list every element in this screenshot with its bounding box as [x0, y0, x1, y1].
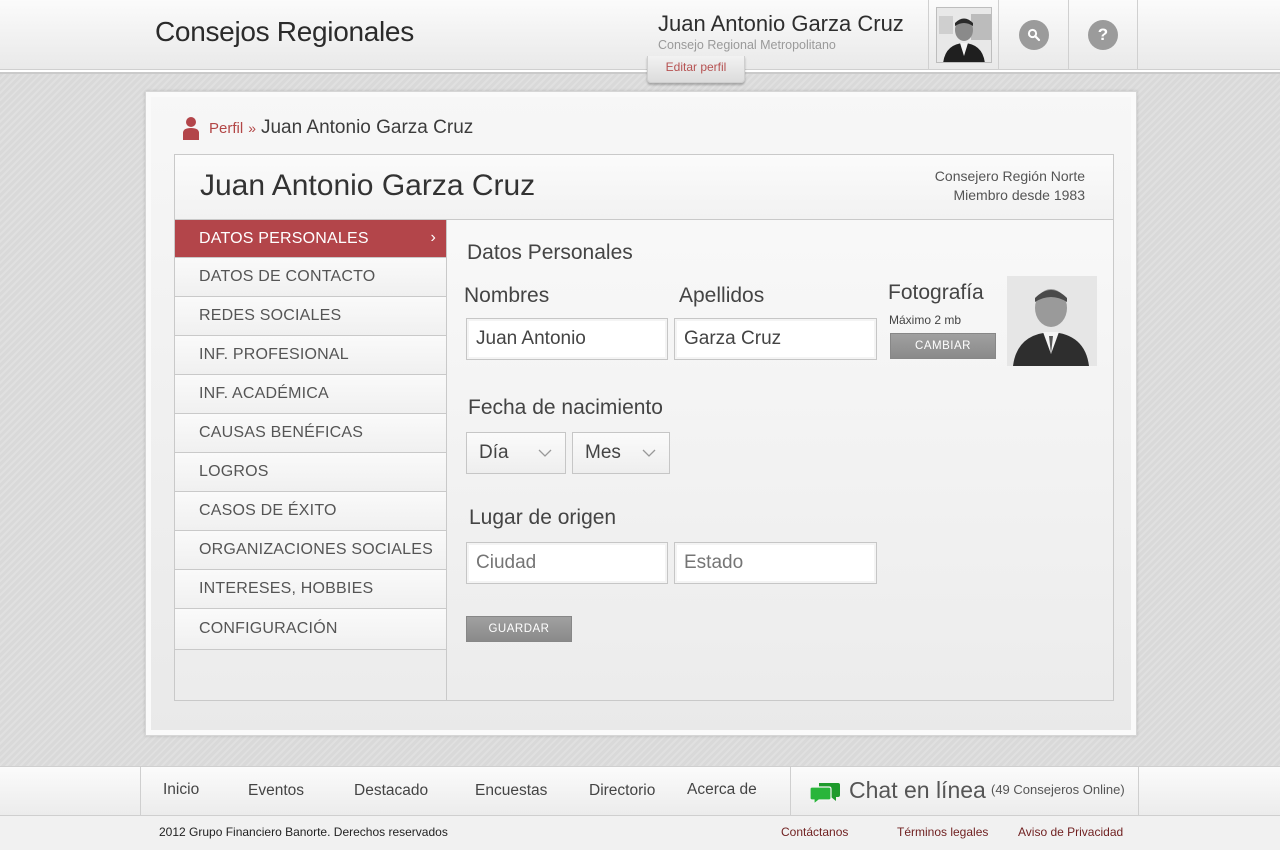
profile-photo[interactable]: [1007, 276, 1097, 366]
personal-data-form: Datos Personales Nombres Apellidos Fotog…: [447, 220, 1113, 700]
menu-item-configuracion[interactable]: CONFIGURACIÓN: [175, 609, 446, 650]
avatar[interactable]: [935, 7, 992, 63]
profile-meta: Consejero Región Norte Miembro desde 198…: [935, 167, 1085, 205]
apellidos-label: Apellidos: [679, 284, 765, 307]
chat-online-count: (49 Consejeros Online): [991, 782, 1125, 797]
nav-link-destacado[interactable]: Destacado: [354, 782, 428, 800]
app-title[interactable]: Consejos Regionales: [155, 16, 414, 48]
user-icon: [183, 117, 199, 140]
nav-link-inicio[interactable]: Inicio: [163, 781, 199, 799]
menu-item-label: LOGROS: [199, 463, 269, 480]
change-photo-button[interactable]: CAMBIAR: [890, 333, 996, 359]
save-button[interactable]: GUARDAR: [466, 616, 572, 642]
profile-header: Juan Antonio Garza Cruz Consejero Región…: [175, 155, 1113, 220]
menu-item-datos-de-contacto[interactable]: DATOS DE CONTACTO: [175, 258, 446, 297]
menu-item-causas-beneficas[interactable]: CAUSAS BENÉFICAS: [175, 414, 446, 453]
nombres-label: Nombres: [464, 284, 550, 307]
breadcrumb: Perfil » Juan Antonio Garza Cruz: [182, 114, 473, 142]
menu-item-inf-profesional[interactable]: INF. PROFESIONAL: [175, 336, 446, 375]
menu-item-label: CASOS DE ÉXITO: [199, 502, 337, 519]
nav-link-acerca-de[interactable]: Acerca de: [687, 781, 757, 799]
origin-label: Lugar de origen: [469, 506, 617, 529]
menu-item-label: CAUSAS BENÉFICAS: [199, 424, 364, 441]
section-title: Datos Personales: [467, 241, 633, 264]
footer: 2012 Grupo Financiero Banorte. Derechos …: [0, 816, 1280, 850]
header-search-cell[interactable]: [998, 0, 1068, 70]
nav-link-eventos[interactable]: Eventos: [248, 782, 304, 800]
avatar-photo-icon: [936, 8, 991, 62]
profile-side-menu: DATOS PERSONALES › DATOS DE CONTACTO RED…: [175, 220, 447, 700]
menu-item-intereses-hobbies[interactable]: INTERESES, HOBBIES: [175, 570, 446, 609]
breadcrumb-separator: »: [248, 120, 256, 136]
menu-item-organizaciones-sociales[interactable]: ORGANIZACIONES SOCIALES: [175, 531, 446, 570]
month-select[interactable]: Mes: [572, 432, 670, 474]
city-input[interactable]: [466, 542, 668, 584]
search-button[interactable]: [1018, 20, 1049, 50]
menu-item-casos-de-exito[interactable]: CASOS DE ÉXITO: [175, 492, 446, 531]
birthdate-label: Fecha de nacimiento: [468, 396, 663, 419]
nombres-input[interactable]: [466, 318, 668, 360]
contact-link[interactable]: Contáctanos: [781, 825, 848, 839]
help-icon: ?: [1097, 25, 1109, 44]
breadcrumb-profile-link[interactable]: Perfil: [209, 120, 243, 137]
chevron-down-icon: [538, 449, 552, 457]
menu-item-label: ORGANIZACIONES SOCIALES: [199, 541, 433, 558]
top-header: Consejos Regionales Juan Antonio Garza C…: [0, 0, 1280, 70]
header-user-council: Consejo Regional Metropolitano: [658, 38, 836, 52]
photo-size-hint: Máximo 2 mb: [889, 313, 962, 327]
state-input[interactable]: [674, 542, 877, 584]
chevron-down-icon: [642, 449, 656, 457]
breadcrumb-current: Juan Antonio Garza Cruz: [260, 117, 474, 138]
menu-item-inf-academica[interactable]: INF. ACADÉMICA: [175, 375, 446, 414]
profile-panel: Juan Antonio Garza Cruz Consejero Región…: [174, 154, 1114, 701]
header-user-name[interactable]: Juan Antonio Garza Cruz: [658, 11, 904, 37]
month-select-value: Mes: [585, 442, 621, 463]
chat-online[interactable]: Chat en línea (49 Consejeros Online): [790, 767, 1139, 816]
chevron-right-icon: ›: [430, 229, 436, 246]
profile-photo-icon: [1007, 276, 1097, 366]
menu-item-label: INTERESES, HOBBIES: [199, 580, 374, 597]
footer-nav-links: Inicio Eventos Destacado Encuestas Direc…: [140, 767, 791, 816]
privacy-notice-link[interactable]: Aviso de Privacidad: [1018, 825, 1123, 839]
chat-label[interactable]: Chat en línea: [849, 777, 986, 804]
profile-role: Consejero Región Norte: [934, 168, 1085, 184]
apellidos-input[interactable]: [674, 318, 877, 360]
menu-item-label: REDES SOCIALES: [199, 307, 342, 324]
chat-bubbles-icon: [810, 783, 840, 805]
copyright-text: 2012 Grupo Financiero Banorte. Derechos …: [159, 825, 448, 839]
day-select-value: Día: [479, 442, 509, 463]
menu-item-logros[interactable]: LOGROS: [175, 453, 446, 492]
menu-item-label: DATOS DE CONTACTO: [199, 268, 376, 285]
legal-terms-link[interactable]: Términos legales: [897, 825, 988, 839]
search-icon: [1027, 28, 1040, 42]
menu-item-label: INF. PROFESIONAL: [199, 346, 349, 363]
menu-item-label: INF. ACADÉMICA: [199, 385, 329, 402]
day-select[interactable]: Día: [466, 432, 566, 474]
menu-item-datos-personales[interactable]: DATOS PERSONALES ›: [175, 220, 446, 258]
profile-name: Juan Antonio Garza Cruz: [200, 169, 536, 202]
help-button[interactable]: ?: [1088, 20, 1118, 50]
edit-profile-tab[interactable]: Editar perfil: [647, 56, 745, 83]
menu-item-label: CONFIGURACIÓN: [199, 620, 338, 637]
profile-member-since: Miembro desde 1983: [953, 187, 1085, 203]
photo-label: Fotografía: [888, 281, 984, 304]
footer-nav: Inicio Eventos Destacado Encuestas Direc…: [0, 766, 1280, 816]
header-help-cell[interactable]: ?: [1068, 0, 1138, 70]
nav-link-encuestas[interactable]: Encuestas: [475, 782, 547, 800]
nav-link-directorio[interactable]: Directorio: [589, 782, 655, 800]
menu-item-redes-sociales[interactable]: REDES SOCIALES: [175, 297, 446, 336]
menu-item-label: DATOS PERSONALES: [199, 229, 369, 247]
header-avatar-cell[interactable]: [928, 0, 998, 70]
